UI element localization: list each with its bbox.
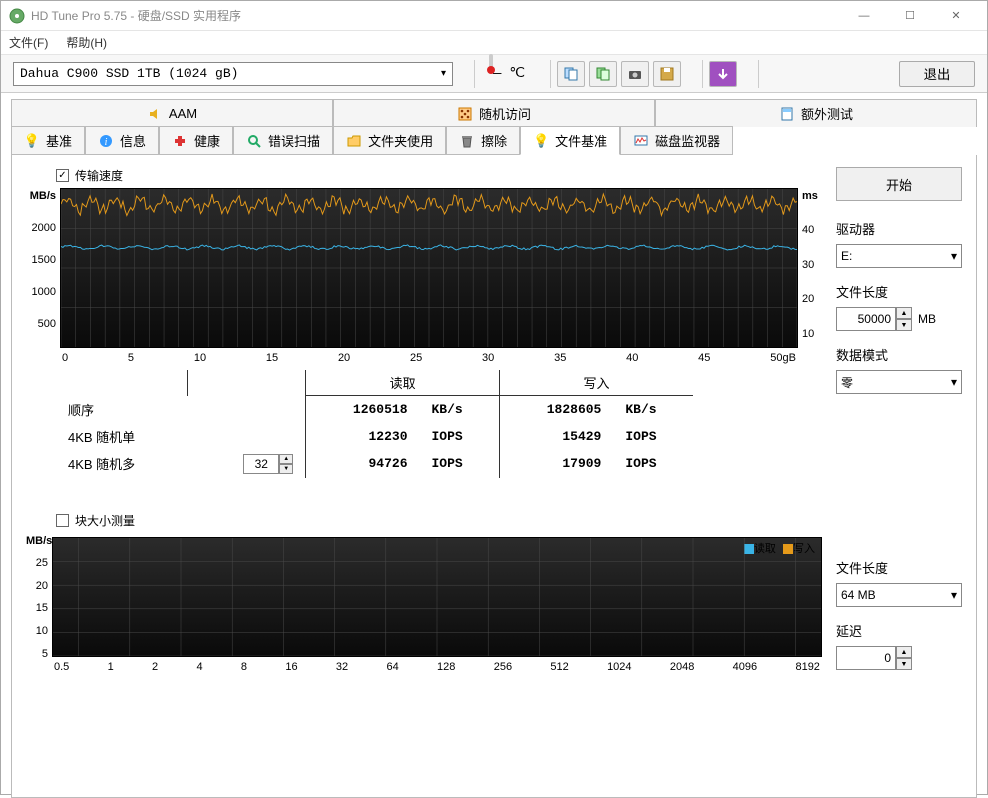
info-icon: i: [98, 133, 114, 149]
block-size-label: 块大小测量: [75, 512, 135, 529]
chevron-down-icon: ▾: [951, 588, 957, 602]
spin-up[interactable]: ▲: [896, 307, 912, 319]
drive-dropdown[interactable]: Dahua C900 SSD 1TB (1024 gB) ▾: [13, 62, 453, 86]
save-button[interactable]: [653, 61, 681, 87]
window-title: HD Tune Pro 5.75 - 硬盘/SSD 实用程序: [31, 7, 841, 24]
table-row: 4KB 随机多▲▼94726IOPS17909IOPS: [56, 450, 693, 478]
transfer-speed-chart: [60, 188, 798, 348]
screenshot-button[interactable]: [621, 61, 649, 87]
side-panel: 开始 驱动器 E:▾ 文件长度 ▲▼ MB 数据模式 零▾ 文件长度 64 MB…: [836, 167, 962, 785]
close-button[interactable]: ✕: [933, 1, 979, 31]
thread-count-spinbox[interactable]: ▲▼: [243, 454, 293, 474]
chevron-down-icon: ▾: [441, 68, 446, 80]
tab-folder-usage[interactable]: 文件夹使用: [333, 126, 446, 155]
speaker-icon: [147, 106, 163, 122]
spin-down[interactable]: ▼: [896, 319, 912, 331]
menu-help[interactable]: 帮助(H): [66, 34, 107, 51]
chart1-y-left: MB/s 2000 1500 1000 500 0: [26, 188, 60, 364]
chart2-x-axis: 0.512481632641282565121024204840968192: [52, 661, 822, 673]
header-write: 写入: [500, 370, 693, 396]
file-length-unit: MB: [918, 312, 936, 326]
trash-icon: [459, 133, 475, 149]
tab-content: ✓ 传输速度 MB/s 2000 1500 1000 500 0: [11, 155, 977, 798]
lightbulb-file-icon: 💡: [533, 133, 549, 149]
block-size-chart: 读取 写入: [52, 537, 822, 657]
app-icon: [9, 8, 25, 24]
block-size-checkbox[interactable]: [56, 514, 69, 527]
exit-button[interactable]: 退出: [899, 61, 975, 87]
svg-text:i: i: [105, 137, 108, 148]
health-cross-icon: [172, 133, 188, 149]
file-length-input[interactable]: [836, 307, 896, 331]
start-button[interactable]: 开始: [836, 167, 962, 201]
delay-spinbox[interactable]: ▲▼: [836, 646, 962, 670]
chart2-y-left: MB/s 25 20 15 10 5: [26, 533, 52, 673]
tab-info[interactable]: i 信息: [85, 126, 159, 155]
tab-error-scan[interactable]: 错误扫描: [233, 126, 333, 155]
tab-benchmark[interactable]: 💡 基准: [11, 126, 85, 155]
transfer-speed-checkbox[interactable]: ✓: [56, 169, 69, 182]
temperature-unit: ℃: [509, 65, 525, 82]
menu-file[interactable]: 文件(F): [9, 34, 48, 51]
copy-screenshot-button[interactable]: [589, 61, 617, 87]
spin-down[interactable]: ▼: [896, 658, 912, 670]
tab-disk-monitor[interactable]: 磁盘监视器: [620, 126, 733, 155]
tab-file-benchmark[interactable]: 💡 文件基准: [520, 126, 620, 155]
tab-erase[interactable]: 擦除: [446, 126, 520, 155]
tab-health[interactable]: 健康: [159, 126, 233, 155]
data-mode-dropdown[interactable]: 零▾: [836, 370, 962, 394]
dice-icon: [457, 106, 473, 122]
results-table: 读取 写入 顺序1260518KB/s1828605KB/s4KB 随机单122…: [56, 370, 693, 478]
spin-up[interactable]: ▲: [896, 646, 912, 658]
delay-label: 延迟: [836, 621, 962, 640]
header-read: 读取: [306, 370, 500, 396]
copy-info-button[interactable]: [557, 61, 585, 87]
tab-strip: AAM 随机访问 额外测试 💡 基准 i 信息 健康 错误扫描 文件: [1, 93, 987, 155]
minimize-button[interactable]: —: [841, 1, 887, 31]
file-length-label: 文件长度: [836, 282, 962, 301]
toolbar: Dahua C900 SSD 1TB (1024 gB) ▾ — ℃ 退出: [1, 55, 987, 93]
file-length-spinbox[interactable]: ▲▼: [836, 307, 912, 331]
tab-random-access[interactable]: 随机访问: [333, 99, 655, 127]
tab-aam[interactable]: AAM: [11, 99, 333, 127]
maximize-button[interactable]: ☐: [887, 1, 933, 31]
chart1-x-axis: 05101520253035404550gB: [60, 352, 798, 364]
file-length2-dropdown[interactable]: 64 MB▾: [836, 583, 962, 607]
tab-extra-tests[interactable]: 额外测试: [655, 99, 977, 127]
file-length2-label: 文件长度: [836, 558, 962, 577]
table-row: 4KB 随机单12230IOPS15429IOPS: [56, 423, 693, 450]
calculator-icon: [779, 106, 795, 122]
chevron-down-icon: ▾: [951, 249, 957, 263]
options-button[interactable]: [709, 61, 737, 87]
delay-input[interactable]: [836, 646, 896, 670]
table-row: 顺序1260518KB/s1828605KB/s: [56, 396, 693, 423]
chart1-y-right: ms 40 30 20 10: [798, 188, 822, 364]
drive-dropdown-value: Dahua C900 SSD 1TB (1024 gB): [20, 66, 238, 81]
drive-letter-dropdown[interactable]: E:▾: [836, 244, 962, 268]
magnifier-icon: [246, 133, 262, 149]
menubar: 文件(F) 帮助(H): [1, 31, 987, 55]
folder-icon: [346, 133, 362, 149]
lightbulb-icon: 💡: [24, 133, 40, 149]
titlebar: HD Tune Pro 5.75 - 硬盘/SSD 实用程序 — ☐ ✕: [1, 1, 987, 31]
transfer-speed-label: 传输速度: [75, 167, 123, 184]
chevron-down-icon: ▾: [951, 375, 957, 389]
data-mode-label: 数据模式: [836, 345, 962, 364]
monitor-icon: [633, 133, 649, 149]
drive-label: 驱动器: [836, 219, 962, 238]
